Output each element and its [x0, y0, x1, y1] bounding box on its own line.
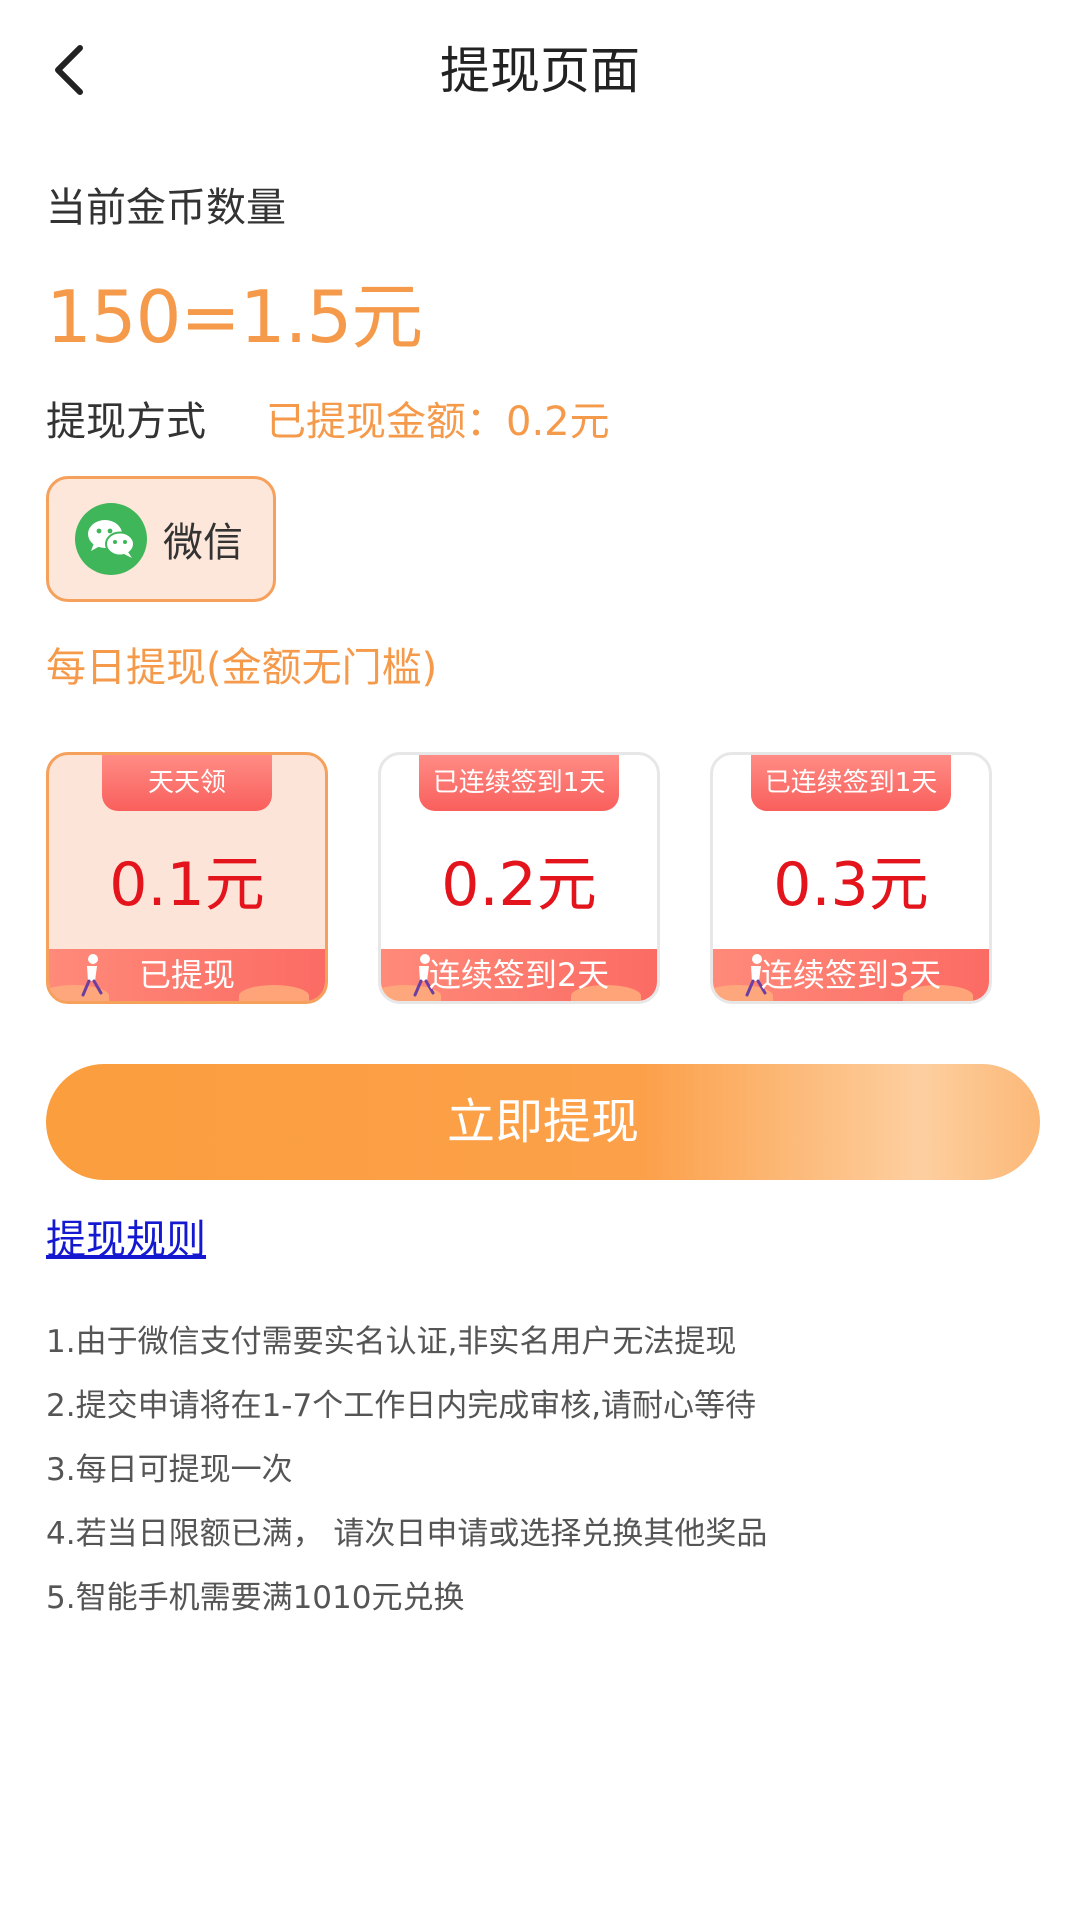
rule-item: 3.每日可提现一次	[46, 1452, 293, 1488]
rule-item: 5.智能手机需要满1010元兑换	[46, 1580, 465, 1616]
card-footer: 已提现	[49, 949, 325, 1001]
wechat-icon	[75, 503, 147, 575]
card-amount: 0.2元	[441, 850, 597, 920]
wechat-option-button[interactable]: 微信	[46, 476, 276, 602]
card-tag: 已连续签到1天	[751, 755, 951, 811]
card-tag: 天天领	[102, 755, 272, 811]
card-amount: 0.1元	[109, 850, 265, 920]
rule-item: 1.由于微信支付需要实名认证,非实名用户无法提现	[46, 1324, 737, 1360]
rule-item: 2.提交申请将在1-7个工作日内完成审核,请耐心等待	[46, 1388, 757, 1424]
rule-item: 4.若当日限额已满， 请次日申请或选择兑换其他奖品	[46, 1516, 768, 1552]
card-footer-text: 连续签到3天	[760, 956, 942, 994]
withdraw-rules-link[interactable]: 提现规则	[46, 1212, 206, 1268]
card-footer: 连续签到3天	[713, 949, 989, 1001]
withdraw-card-1[interactable]: 天天领 0.1元 已提现	[46, 752, 328, 1004]
card-footer-text: 已提现	[138, 956, 235, 994]
runner-icon	[81, 954, 103, 997]
daily-withdraw-label: 每日提现(金额无门槛)	[46, 645, 438, 691]
coin-count-label: 当前金币数量	[46, 185, 286, 231]
card-footer-text: 连续签到2天	[428, 956, 610, 994]
coin-value: 150=1.5元	[46, 275, 423, 359]
page-title: 提现页面	[440, 42, 640, 100]
withdraw-now-button[interactable]: 立即提现	[46, 1064, 1040, 1180]
card-amount: 0.3元	[773, 850, 929, 920]
header: 提现页面	[0, 0, 1080, 140]
withdraw-method-label: 提现方式	[46, 399, 206, 445]
withdraw-options: 天天领 0.1元 已提现 已连续签到1天 0.2元 连续签到2天 已连续签到1天…	[46, 752, 1046, 1004]
withdrawn-amount: 已提现金额：0.2元	[266, 399, 610, 445]
withdraw-card-2[interactable]: 已连续签到1天 0.2元 连续签到2天	[378, 752, 660, 1004]
card-footer: 连续签到2天	[381, 949, 657, 1001]
wechat-label: 微信	[163, 520, 243, 566]
card-tag: 已连续签到1天	[419, 755, 619, 811]
withdraw-card-3[interactable]: 已连续签到1天 0.3元 连续签到3天	[710, 752, 992, 1004]
rules-list: 1.由于微信支付需要实名认证,非实名用户无法提现 2.提交申请将在1-7个工作日…	[46, 1310, 1036, 1630]
